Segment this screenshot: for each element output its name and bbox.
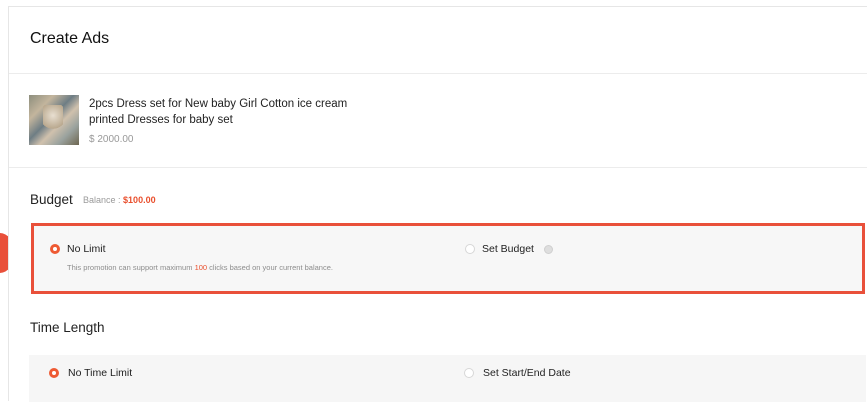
product-card: 2pcs Dress set for New baby Girl Cotton … [9, 74, 867, 168]
info-icon[interactable] [544, 245, 553, 254]
budget-title: Budget [30, 192, 73, 207]
budget-options: No Limit This promotion can support maxi… [31, 223, 865, 294]
set-start-end-date-radio[interactable] [464, 368, 474, 378]
max-clicks-value: 100 [194, 263, 208, 272]
page-title: Create Ads [30, 30, 110, 47]
page-header: Create Ads [9, 7, 867, 74]
no-limit-radio[interactable] [50, 244, 60, 254]
balance-amount: $100.00 [123, 195, 156, 205]
time-length-title: Time Length [30, 320, 105, 335]
no-limit-desc-suffix: clicks based on your current balance. [209, 263, 333, 272]
set-budget-label[interactable]: Set Budget [482, 243, 534, 255]
no-time-limit-radio[interactable] [49, 368, 59, 378]
time-length-options: No Time Limit Set Start/End Date [29, 355, 866, 402]
set-start-end-date-label[interactable]: Set Start/End Date [483, 367, 571, 379]
product-price: $ 2000.00 [89, 134, 134, 145]
no-limit-desc-prefix: This promotion can support maximum [67, 263, 193, 272]
no-time-limit-label[interactable]: No Time Limit [68, 367, 132, 379]
create-ads-page: Create Ads 2pcs Dress set for New baby G… [8, 6, 867, 402]
product-thumbnail [29, 95, 79, 145]
no-limit-description: This promotion can support maximum 100 c… [67, 262, 367, 274]
set-budget-radio[interactable] [465, 244, 475, 254]
balance-info: Balance : $100.00 [83, 195, 156, 205]
no-limit-label[interactable]: No Limit [67, 243, 106, 255]
balance-label: Balance : [83, 195, 121, 205]
product-name: 2pcs Dress set for New baby Girl Cotton … [89, 98, 348, 126]
